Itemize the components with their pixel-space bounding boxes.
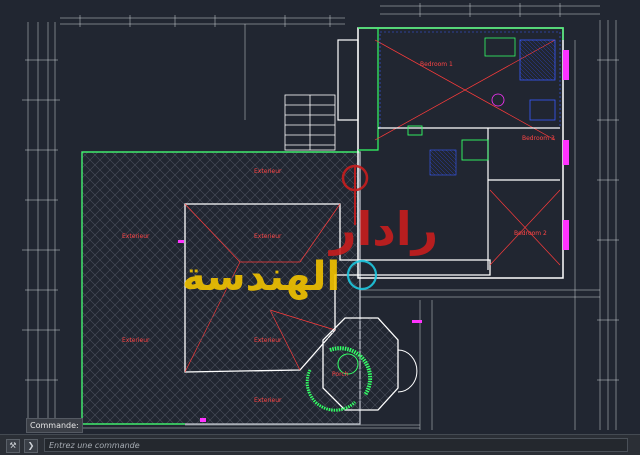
room-label-exterior-left: Exterieur: [122, 233, 150, 240]
command-input[interactable]: [44, 438, 628, 452]
drawing-canvas[interactable]: Exterieur Exterieur Exterieur Exterieur …: [0, 0, 640, 435]
room-label-bedroom1: Bedroom 1: [420, 61, 453, 68]
stair-block: [284, 39, 359, 151]
command-prompt-label: Commande:: [26, 418, 83, 433]
wrench-icon[interactable]: ⚒: [6, 439, 20, 453]
room-label-exterior-left-bottom: Exterieur: [122, 337, 150, 344]
watermark-text-line2: الهندسة: [182, 254, 340, 300]
autocad-window: Exterieur Exterieur Exterieur Exterieur …: [0, 0, 640, 455]
watermark-text-line1: رادار: [328, 202, 438, 256]
room-label-exterior-top: Exterieur: [254, 168, 282, 175]
room-label-bedroom2: Bedroom 2: [514, 230, 547, 237]
room-label-porch: Porch: [332, 371, 349, 378]
room-label-exterior-mid: Exterieur: [254, 233, 282, 240]
room-label-exterior-bottom: Exterieur: [254, 397, 282, 404]
command-line-bar: ⚒ ❯: [0, 434, 640, 455]
room-label-bedroom3: Bedroom 3: [522, 135, 555, 142]
room-label-exterior-mid-bottom: Exterieur: [254, 337, 282, 344]
chevron-right-icon[interactable]: ❯: [24, 439, 38, 453]
